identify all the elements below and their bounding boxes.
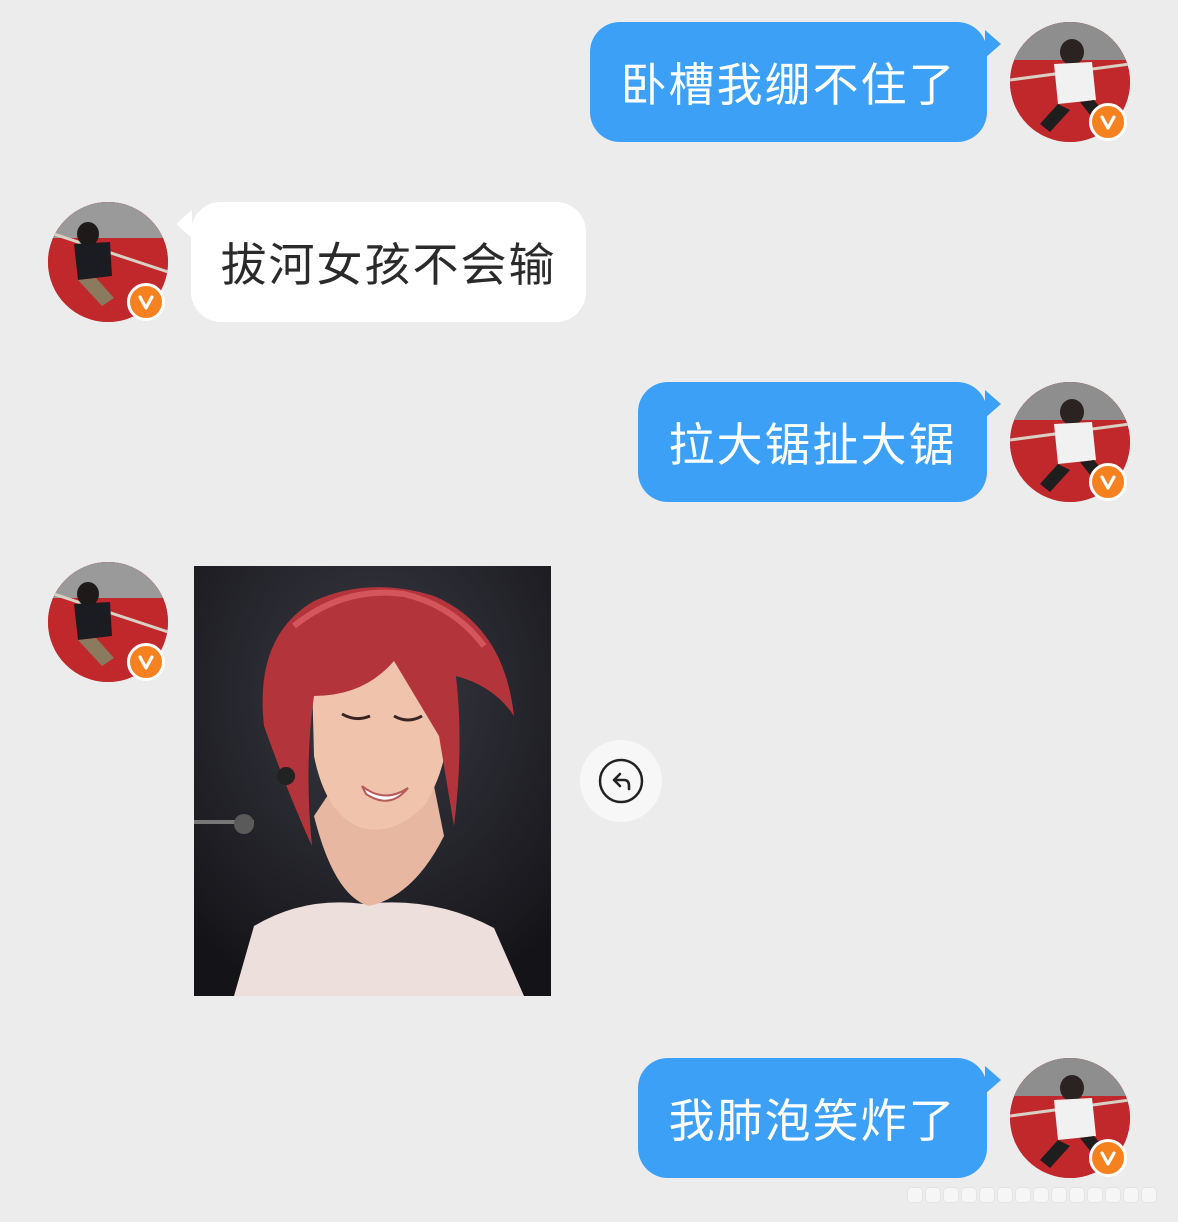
message-text: 拉大锯扯大锯	[668, 418, 957, 472]
message-bubble-outgoing[interactable]: 拉大锯扯大锯	[638, 382, 987, 502]
photo-illustration	[194, 566, 551, 996]
message-bubble-incoming[interactable]: 拔河女孩不会输	[191, 202, 586, 322]
verified-badge-icon	[1089, 1139, 1127, 1177]
verified-badge-icon	[127, 643, 165, 681]
verified-badge-icon	[1089, 103, 1127, 141]
verified-badge-icon	[127, 283, 165, 321]
bubble-tail	[985, 30, 1001, 58]
verified-badge-icon	[1089, 463, 1127, 501]
message-text: 卧槽我绷不住了	[620, 58, 957, 112]
message-bubble-outgoing[interactable]: 卧槽我绷不住了	[590, 22, 987, 142]
message-text: 我肺泡笑炸了	[668, 1094, 957, 1148]
message-bubble-outgoing[interactable]: 我肺泡笑炸了	[638, 1058, 987, 1178]
bubble-tail	[985, 390, 1001, 418]
bubble-tail	[176, 210, 192, 238]
message-text: 拔河女孩不会输	[220, 238, 557, 292]
bubble-tail	[985, 1066, 1001, 1094]
forward-icon	[598, 758, 644, 804]
message-image[interactable]	[194, 566, 551, 996]
watermark	[908, 1186, 1168, 1204]
forward-button[interactable]	[580, 740, 662, 822]
